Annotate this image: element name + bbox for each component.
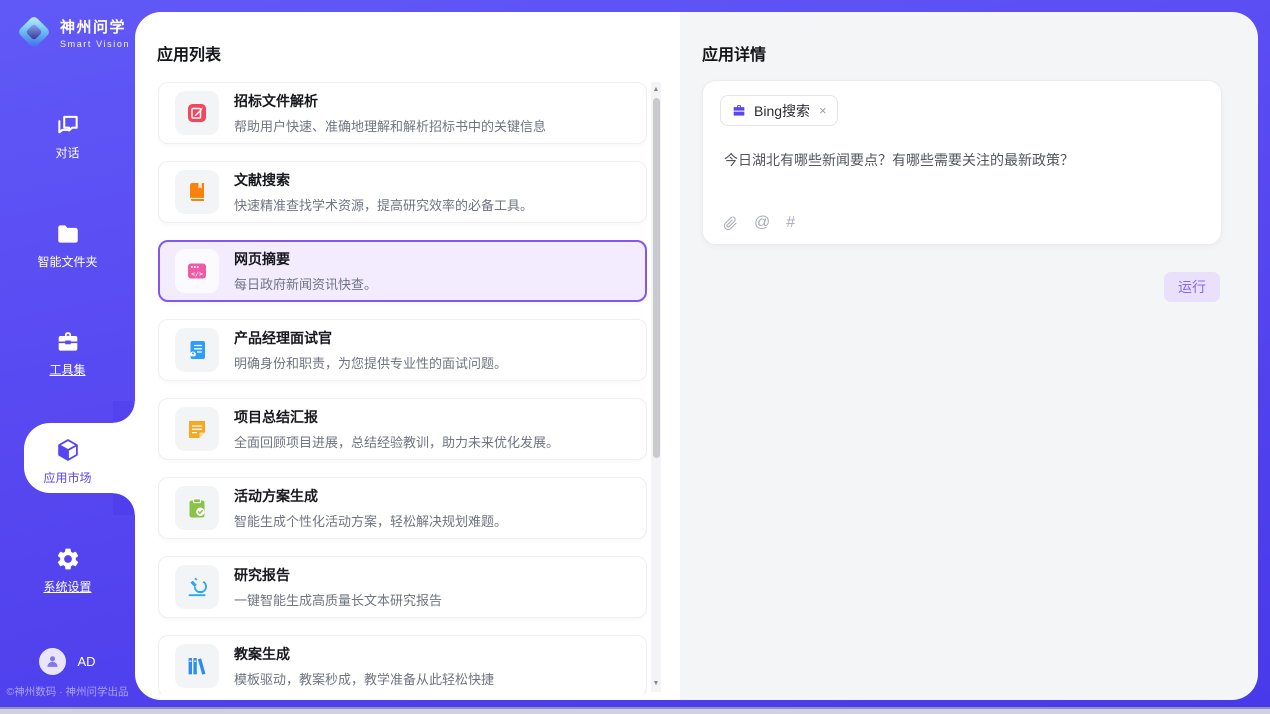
attachment-icon[interactable] bbox=[722, 215, 738, 231]
user-name: AD bbox=[77, 654, 95, 669]
sidebar-item[interactable]: 智能文件夹 bbox=[0, 221, 135, 270]
sidebar-item[interactable]: 工具集 bbox=[0, 329, 135, 378]
app-card[interactable]: 产品经理面试官 明确身份和职责，为您提供专业性的面试问题。 bbox=[158, 319, 647, 381]
hashtag-icon[interactable]: # bbox=[786, 215, 795, 231]
app-card[interactable]: </> 网页摘要 每日政府新闻资讯快查。 bbox=[158, 240, 647, 302]
app-description: 模板驱动，教案秒成，教学准备从此轻松快捷 bbox=[234, 669, 494, 688]
prompt-card: Bing搜索 × 今日湖北有哪些新闻要点？有哪些需要关注的最新政策？ @ # bbox=[702, 80, 1222, 245]
tool-chip-label: Bing搜索 bbox=[754, 101, 810, 121]
app-icon bbox=[175, 486, 219, 530]
sidebar-item-label: 系统设置 bbox=[43, 578, 91, 595]
active-nav-scoop-top bbox=[113, 401, 135, 423]
scroll-up-icon[interactable]: ▲ bbox=[651, 84, 661, 96]
svg-text:</>: </> bbox=[191, 270, 203, 278]
app-description: 一键智能生成高质量长文本研究报告 bbox=[234, 590, 442, 609]
app-card[interactable]: 文献搜索 快速精准查找学术资源，提高研究效率的必备工具。 bbox=[158, 161, 647, 223]
prompt-input[interactable]: 今日湖北有哪些新闻要点？有哪些需要关注的最新政策？ bbox=[724, 150, 1201, 170]
app-card[interactable]: 教案生成 模板驱动，教案秒成，教学准备从此轻松快捷 bbox=[158, 635, 647, 694]
app-icon bbox=[175, 407, 219, 451]
app-list-panel: 应用列表 招标文件解析 帮助用户快速、准确地理解和解析招标书中的关键信息 文献搜… bbox=[135, 12, 680, 700]
brand-logo-icon bbox=[14, 12, 54, 52]
app-card[interactable]: 活动方案生成 智能生成个性化活动方案，轻松解决规划难题。 bbox=[158, 477, 647, 539]
sidebar-item-icon bbox=[55, 546, 81, 572]
app-icon bbox=[175, 91, 219, 135]
mention-icon[interactable]: @ bbox=[754, 215, 770, 231]
active-nav-scoop-bottom bbox=[113, 493, 135, 515]
avatar-person-icon bbox=[39, 648, 66, 675]
app-name: 招标文件解析 bbox=[234, 91, 546, 111]
app-icon bbox=[175, 565, 219, 609]
sidebar-item-icon bbox=[55, 112, 81, 138]
sidebar-item-icon bbox=[55, 221, 81, 247]
app-detail-title: 应用详情 bbox=[702, 41, 766, 65]
brand-subtitle: Smart Vision bbox=[60, 39, 130, 49]
sidebar-item-label: 智能文件夹 bbox=[37, 253, 97, 270]
app-name: 文献搜索 bbox=[234, 170, 533, 190]
sidebar-item-icon bbox=[55, 437, 81, 463]
chip-close-icon[interactable]: × bbox=[819, 103, 827, 118]
app-detail-panel: 应用详情 Bing搜索 × 今日湖北有哪些新闻要点？有哪些需要关注的最新政策？ … bbox=[680, 12, 1258, 700]
app-description: 帮助用户快速、准确地理解和解析招标书中的关键信息 bbox=[234, 116, 546, 135]
app-card[interactable]: 项目总结汇报 全面回顾项目进展，总结经验教训，助力未来优化发展。 bbox=[158, 398, 647, 460]
user-profile[interactable]: AD bbox=[0, 648, 135, 675]
app-icon bbox=[175, 644, 219, 688]
app-description: 明确身份和职责，为您提供专业性的面试问题。 bbox=[234, 353, 507, 372]
app-name: 网页摘要 bbox=[234, 249, 377, 269]
copyright-footer: ©神州数码 · 神州问学出品 bbox=[0, 684, 135, 699]
tool-chip[interactable]: Bing搜索 × bbox=[720, 95, 838, 126]
sidebar-item[interactable]: 系统设置 bbox=[0, 546, 135, 595]
sidebar-item-label: 应用市场 bbox=[43, 469, 91, 486]
app-name: 产品经理面试官 bbox=[234, 328, 507, 348]
app-icon bbox=[175, 328, 219, 372]
brand-logo: 神州问学 Smart Vision bbox=[14, 12, 130, 52]
sidebar-item-label: 对话 bbox=[55, 144, 79, 161]
sidebar: 神州问学 Smart Vision 对话 智能文件夹 工具集 应用市场 系统设置 bbox=[0, 0, 135, 714]
app-description: 快速精准查找学术资源，提高研究效率的必备工具。 bbox=[234, 195, 533, 214]
app-description: 全面回顾项目进展，总结经验教训，助力未来优化发展。 bbox=[234, 432, 559, 451]
app-card[interactable]: 招标文件解析 帮助用户快速、准确地理解和解析招标书中的关键信息 bbox=[158, 82, 647, 144]
run-button[interactable]: 运行 bbox=[1164, 272, 1220, 302]
window-bottom-edge bbox=[0, 707, 1270, 714]
input-toolbar: @ # bbox=[722, 215, 795, 231]
app-icon: </> bbox=[175, 249, 219, 293]
app-name: 项目总结汇报 bbox=[234, 407, 559, 427]
app-description: 每日政府新闻资讯快查。 bbox=[234, 274, 377, 293]
app-name: 活动方案生成 bbox=[234, 486, 507, 506]
app-list: 招标文件解析 帮助用户快速、准确地理解和解析招标书中的关键信息 文献搜索 快速精… bbox=[158, 82, 647, 694]
app-name: 研究报告 bbox=[234, 565, 442, 585]
scroll-down-icon[interactable]: ▼ bbox=[651, 678, 661, 690]
sidebar-item-label: 工具集 bbox=[49, 361, 85, 378]
app-description: 智能生成个性化活动方案，轻松解决规划难题。 bbox=[234, 511, 507, 530]
sidebar-item-icon bbox=[55, 329, 81, 355]
sidebar-item[interactable]: 对话 bbox=[0, 112, 135, 161]
app-list-title: 应用列表 bbox=[157, 41, 221, 65]
scrollbar[interactable]: ▲ ▼ bbox=[651, 82, 661, 692]
sidebar-item[interactable]: 应用市场 bbox=[0, 437, 135, 486]
scrollbar-thumb[interactable] bbox=[653, 98, 660, 458]
app-icon bbox=[175, 170, 219, 214]
brand-name: 神州问学 bbox=[60, 16, 130, 37]
briefcase-icon bbox=[731, 103, 747, 119]
app-card[interactable]: 研究报告 一键智能生成高质量长文本研究报告 bbox=[158, 556, 647, 618]
app-name: 教案生成 bbox=[234, 644, 494, 664]
